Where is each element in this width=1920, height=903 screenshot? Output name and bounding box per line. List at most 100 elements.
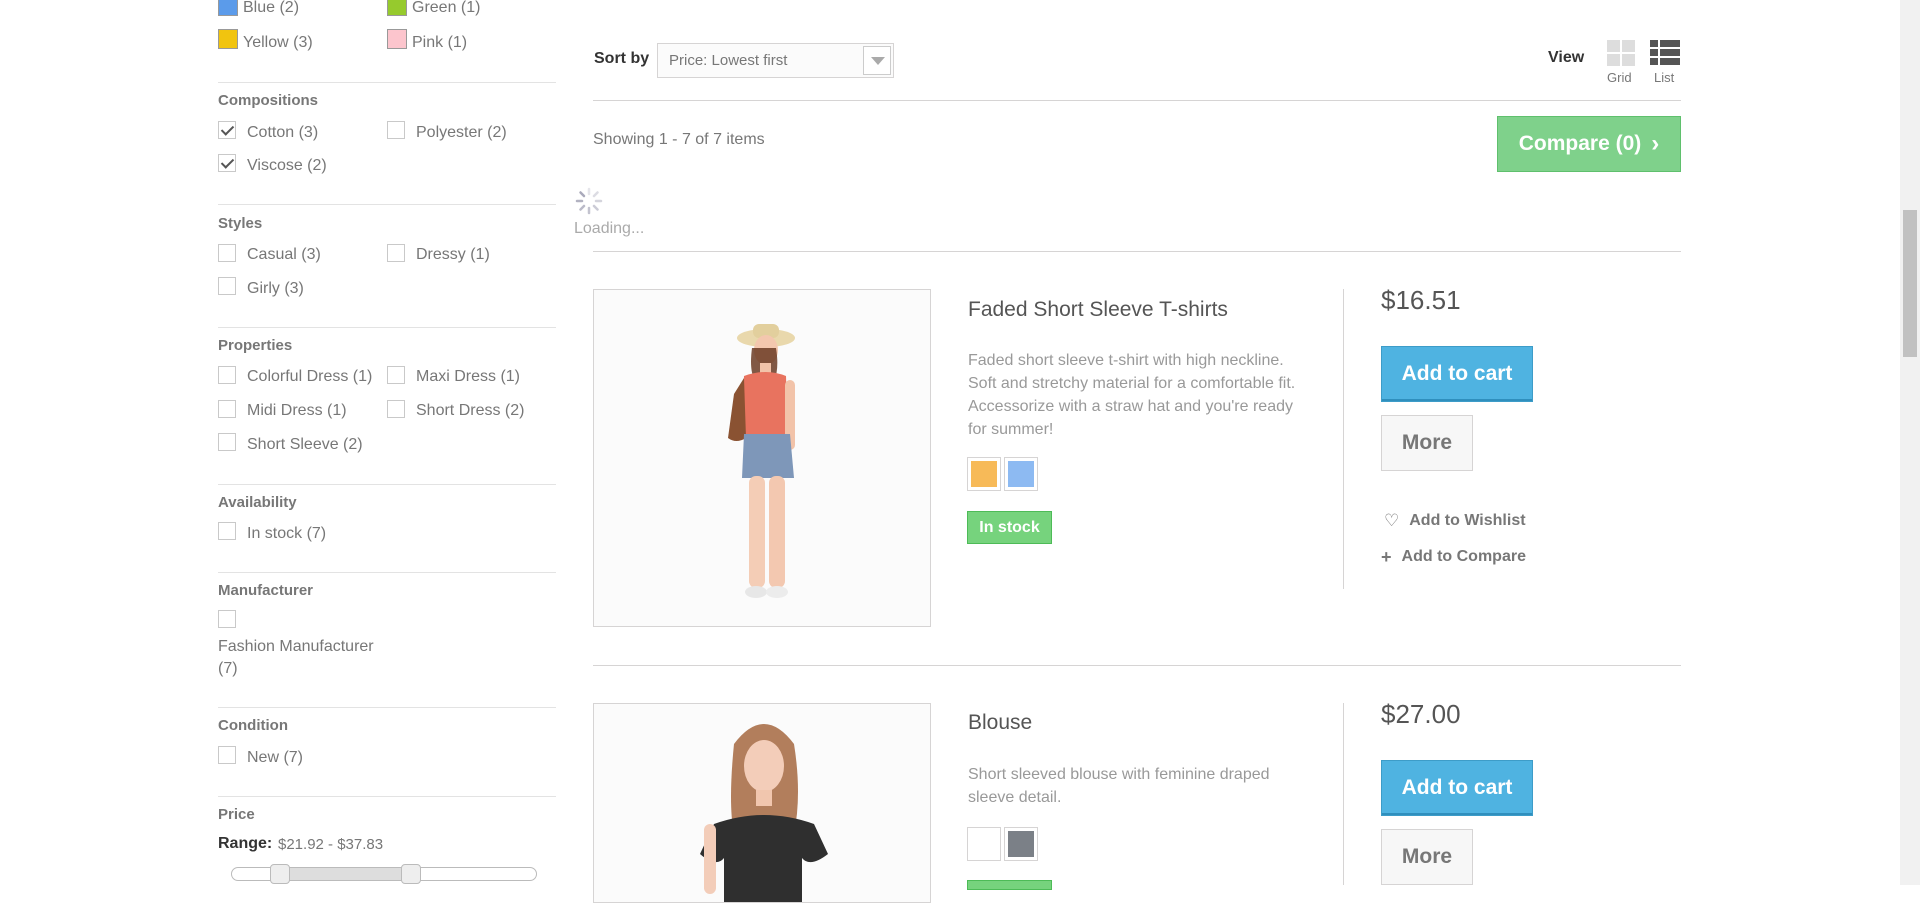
checkbox-viscose[interactable]: [218, 154, 236, 172]
filter-dressy-label[interactable]: Dressy (1): [416, 246, 490, 264]
product-name[interactable]: Faded Short Sleeve T-shirts: [968, 298, 1228, 322]
filter-price-title: Price: [218, 806, 255, 823]
chevron-right-icon: ›: [1651, 130, 1660, 157]
filter-cotton-label[interactable]: Cotton (3): [247, 124, 318, 142]
compare-button[interactable]: Compare (0) ›: [1497, 116, 1681, 172]
in-stock-badge: In stock: [967, 511, 1052, 544]
sort-select-arrow[interactable]: [863, 46, 891, 75]
filter-color-green-label[interactable]: Green (1): [412, 0, 480, 17]
color-option-blue[interactable]: [1004, 457, 1038, 491]
filter-availability-title: Availability: [218, 494, 297, 511]
divider: [593, 665, 1681, 666]
divider: [218, 796, 556, 797]
product-price: $27.00: [1381, 699, 1461, 729]
filter-maxi-dress-label[interactable]: Maxi Dress (1): [416, 368, 520, 386]
sort-select[interactable]: Price: Lowest first: [657, 43, 894, 78]
color-option-orange[interactable]: [967, 457, 1001, 491]
view-label: View: [1548, 49, 1585, 66]
plus-icon: +: [1381, 546, 1392, 567]
checkbox-dressy[interactable]: [387, 244, 405, 262]
divider: [218, 484, 556, 485]
filter-color-pink-label[interactable]: Pink (1): [412, 34, 467, 52]
scrollbar-thumb[interactable]: [1903, 210, 1917, 357]
price-slider-range: [280, 868, 411, 880]
chevron-down-icon: [871, 57, 885, 65]
color-option-white[interactable]: [967, 827, 1001, 861]
heart-icon: ♡: [1384, 511, 1400, 530]
add-to-cart-button[interactable]: Add to cart: [1381, 760, 1533, 816]
filter-polyester-label[interactable]: Polyester (2): [416, 124, 507, 142]
color-swatch-blue[interactable]: [218, 0, 238, 16]
filter-colorful-dress-label[interactable]: Colorful Dress (1): [247, 368, 372, 386]
price-range-value: $21.92 - $37.83: [278, 836, 384, 853]
checkbox-girly[interactable]: [218, 277, 236, 295]
product-name[interactable]: Blouse: [968, 711, 1032, 735]
filter-new-label[interactable]: New (7): [247, 749, 303, 767]
product-count: Showing 1 - 7 of 7 items: [593, 131, 765, 148]
filter-short-sleeve-label[interactable]: Short Sleeve (2): [247, 436, 363, 454]
list-icon: [1650, 40, 1680, 66]
price-slider-handle-max[interactable]: [401, 864, 421, 884]
divider: [593, 251, 1681, 252]
more-label: More: [1401, 431, 1453, 454]
checkbox-short-dress[interactable]: [387, 400, 405, 418]
filter-styles-title: Styles: [218, 215, 263, 232]
loading-spinner-icon: [574, 186, 604, 216]
more-button[interactable]: More: [1381, 415, 1473, 471]
add-to-cart-label: Add to cart: [1401, 362, 1513, 385]
filter-fashion-manufacturer-count[interactable]: (7): [218, 660, 238, 678]
filter-color-yellow-label[interactable]: Yellow (3): [243, 34, 313, 52]
color-swatch-green[interactable]: [387, 0, 407, 16]
divider: [593, 100, 1681, 101]
checkbox-new[interactable]: [218, 746, 236, 764]
compare-button-label: Compare (0): [1518, 132, 1642, 155]
add-to-compare-link[interactable]: + Add to Compare: [1381, 546, 1526, 568]
add-to-compare-label: Add to Compare: [1401, 548, 1526, 565]
checkbox-polyester[interactable]: [387, 121, 405, 139]
page-scrollbar[interactable]: [1900, 0, 1920, 885]
divider: [218, 707, 556, 708]
checkbox-casual[interactable]: [218, 244, 236, 262]
color-swatch-pink[interactable]: [387, 29, 407, 49]
add-to-wishlist-link[interactable]: ♡ Add to Wishlist: [1384, 510, 1526, 532]
checkbox-in-stock[interactable]: [218, 522, 236, 540]
filter-manufacturer-title: Manufacturer: [218, 582, 314, 599]
color-swatch-yellow[interactable]: [218, 29, 238, 49]
filter-viscose-label[interactable]: Viscose (2): [247, 157, 327, 175]
checkbox-short-sleeve[interactable]: [218, 433, 236, 451]
more-button[interactable]: More: [1381, 829, 1473, 885]
filter-compositions-title: Compositions: [218, 92, 318, 109]
divider-vertical: [1343, 289, 1344, 589]
filter-color-blue-label[interactable]: Blue (2): [243, 0, 299, 17]
add-to-wishlist-label: Add to Wishlist: [1409, 512, 1526, 529]
view-grid-label: Grid: [1607, 70, 1632, 85]
view-list-button[interactable]: List: [1648, 38, 1682, 88]
divider: [218, 327, 556, 328]
checkbox-cotton[interactable]: [218, 121, 236, 139]
checkbox-maxi-dress[interactable]: [387, 366, 405, 384]
checkbox-colorful-dress[interactable]: [218, 366, 236, 384]
color-option-dark-grey[interactable]: [1004, 827, 1038, 861]
more-label: More: [1401, 845, 1453, 868]
product-photo-model: [594, 704, 930, 902]
product-image[interactable]: [593, 289, 931, 627]
add-to-cart-button[interactable]: Add to cart: [1381, 346, 1533, 402]
checkbox-fashion-manufacturer[interactable]: [218, 610, 236, 628]
divider-vertical: [1343, 703, 1344, 885]
product-image[interactable]: [593, 703, 931, 903]
filter-casual-label[interactable]: Casual (3): [247, 246, 321, 264]
filter-in-stock-label[interactable]: In stock (7): [247, 525, 326, 543]
filter-condition-title: Condition: [218, 717, 288, 734]
filter-girly-label[interactable]: Girly (3): [247, 280, 304, 298]
view-list-label: List: [1654, 70, 1675, 85]
filter-midi-dress-label[interactable]: Midi Dress (1): [247, 402, 347, 420]
filter-fashion-manufacturer-label[interactable]: Fashion Manufacturer: [218, 638, 374, 656]
checkbox-midi-dress[interactable]: [218, 400, 236, 418]
filter-properties-title: Properties: [218, 337, 293, 354]
sort-select-value: Price: Lowest first: [669, 52, 788, 69]
divider: [218, 572, 556, 573]
sort-by-label: Sort by: [594, 50, 650, 67]
price-slider-handle-min[interactable]: [270, 864, 290, 884]
view-grid-button[interactable]: Grid: [1605, 38, 1637, 88]
filter-short-dress-label[interactable]: Short Dress (2): [416, 402, 524, 420]
